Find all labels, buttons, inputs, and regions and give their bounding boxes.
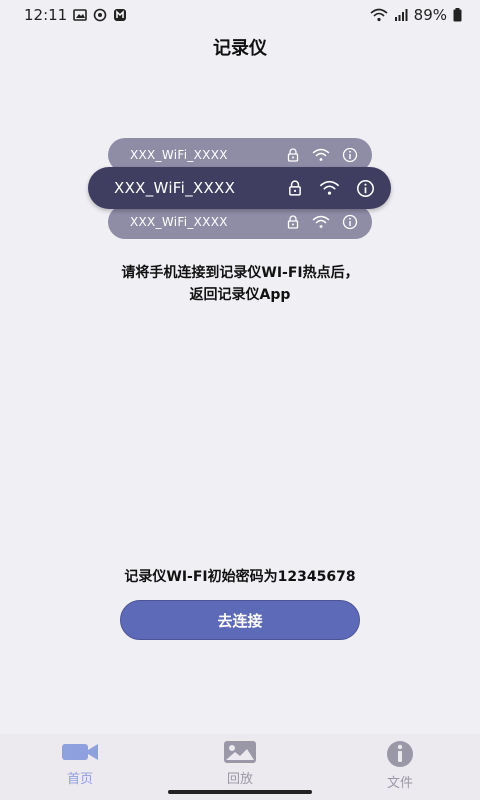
nav-item-files[interactable]: 文件: [340, 734, 460, 800]
nav-label-playback: 回放: [226, 772, 253, 787]
connect-button-label: 去连接: [217, 611, 263, 630]
wifi-illustration: XXX_WiFi_XXXX XXX_WiFi_XXXX XXX_WiFi_XXX…: [0, 0, 480, 260]
wifi-card-selected: XXX_WiFi_XXXX: [88, 167, 391, 209]
instruction-line-1: 请将手机连接到记录仪WI-FI热点后，: [121, 265, 359, 281]
instruction-line-2: 返回记录仪App: [189, 287, 291, 303]
wifi-icon: [319, 180, 340, 195]
nav-label-home: 首页: [66, 772, 93, 787]
info-icon: [342, 214, 358, 230]
wifi-ssid: XXX_WiFi_XXXX: [130, 215, 228, 229]
wifi-ssid: XXX_WiFi_XXXX: [114, 179, 236, 197]
lock-icon: [287, 215, 299, 229]
info-icon: [357, 179, 374, 197]
wifi-card-bottom: XXX_WiFi_XXXX: [108, 205, 372, 239]
wifi-icon: [312, 148, 330, 161]
info-icon: [387, 741, 413, 767]
nav-label-files: 文件: [386, 776, 413, 791]
wifi-ssid: XXX_WiFi_XXXX: [130, 148, 228, 162]
nav-item-home[interactable]: 首页: [20, 734, 140, 800]
camera-icon: [62, 744, 98, 760]
lock-icon: [287, 148, 299, 162]
password-note: 记录仪WI-FI初始密码为12345678: [124, 569, 356, 585]
info-icon: [342, 147, 358, 163]
gallery-icon: [224, 741, 256, 763]
lock-icon: [289, 180, 301, 196]
wifi-icon: [312, 215, 330, 228]
instruction-text: 请将手机连接到记录仪WI-FI热点后， 返回记录仪App: [0, 262, 480, 306]
home-indicator[interactable]: [168, 790, 312, 794]
connect-button[interactable]: 去连接: [120, 600, 360, 640]
